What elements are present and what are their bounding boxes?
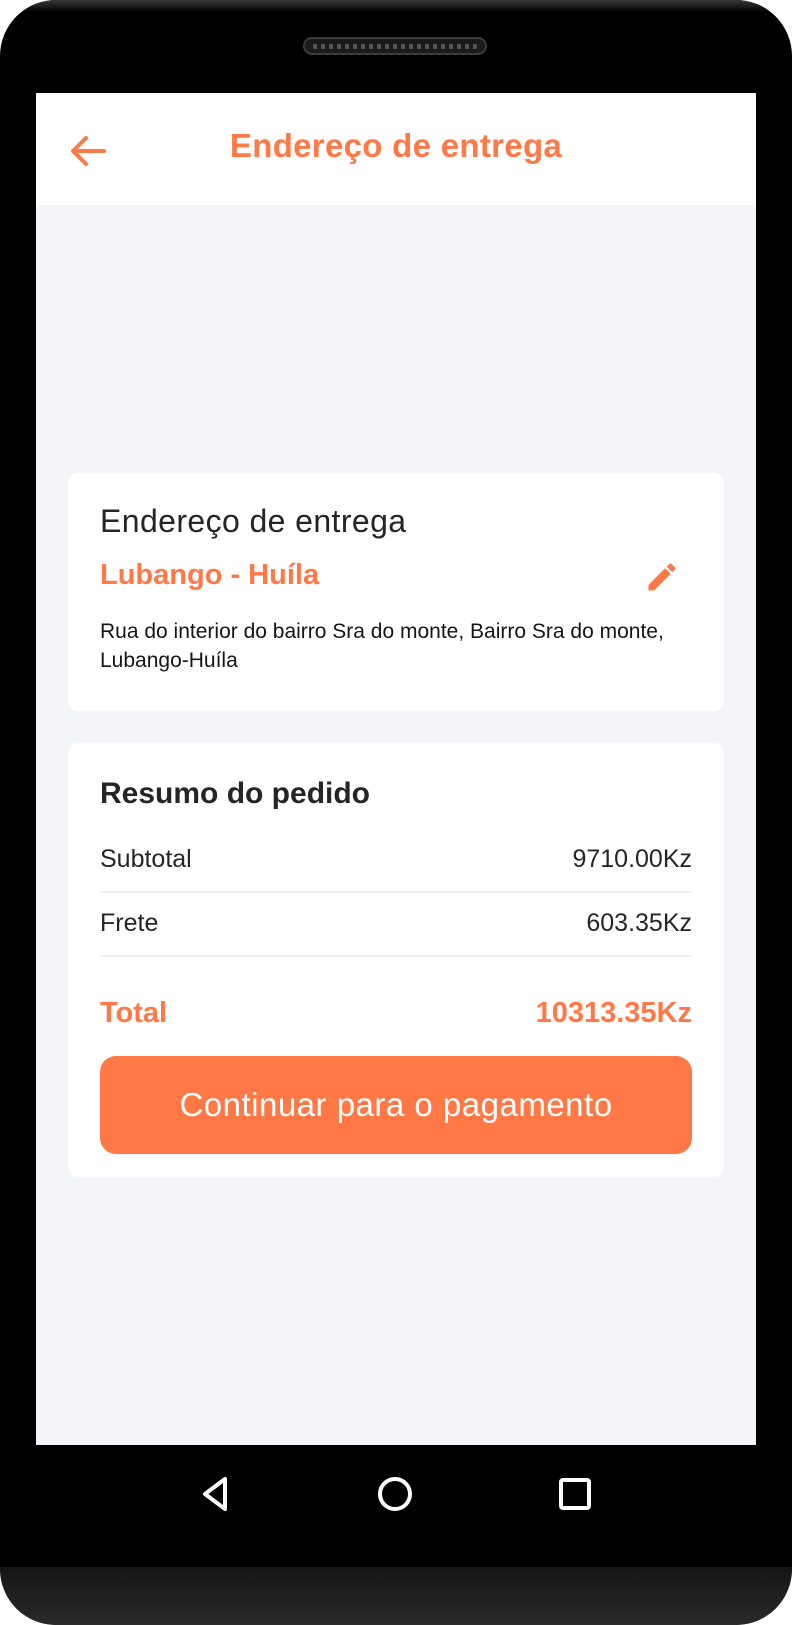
address-city: Lubango - Huíla (100, 559, 320, 591)
speaker-grille (303, 37, 487, 55)
app-bar: Endereço de entrega (36, 93, 756, 205)
phone-top-edge (0, 0, 792, 12)
summary-row-subtotal: Subtotal 9710.00Kz (100, 829, 692, 893)
system-home-button[interactable] (370, 1469, 420, 1519)
address-heading: Endereço de entrega (100, 503, 407, 539)
system-nav-bar (0, 1445, 792, 1565)
app-screen: Endereço de entrega Endereço de entrega … (36, 93, 756, 1445)
address-line: Rua do interior do bairro Sra do monte, … (100, 620, 664, 672)
triangle-back-icon (203, 1477, 227, 1511)
circle-home-icon (378, 1477, 412, 1511)
summary-row-value: 603.35Kz (586, 909, 692, 937)
system-recents-button[interactable] (550, 1469, 600, 1519)
summary-row-frete: Frete 603.35Kz (100, 893, 692, 957)
delivery-address-card: Endereço de entrega Lubango - Huíla Rua … (68, 473, 724, 711)
square-recents-icon (559, 1478, 591, 1510)
pencil-icon (648, 563, 676, 591)
summary-row-label: Subtotal (100, 845, 192, 873)
phone-bottom-edge (0, 1567, 792, 1625)
total-value: 10313.35Kz (535, 997, 692, 1029)
continue-to-payment-button[interactable]: Continuar para o pagamento (100, 1056, 692, 1154)
total-row: Total 10313.35Kz (100, 995, 692, 1035)
page-title: Endereço de entrega (229, 127, 563, 164)
summary-row-label: Frete (100, 909, 159, 937)
summary-row-value: 9710.00Kz (572, 845, 692, 873)
edit-address-button[interactable] (644, 559, 680, 595)
phone-frame: Endereço de entrega Endereço de entrega … (0, 0, 792, 1625)
summary-heading: Resumo do pedido (100, 777, 370, 810)
order-summary-card: Resumo do pedido Subtotal 9710.00Kz Fret… (68, 743, 724, 1177)
system-back-button[interactable] (191, 1469, 241, 1519)
total-label: Total (100, 997, 168, 1029)
